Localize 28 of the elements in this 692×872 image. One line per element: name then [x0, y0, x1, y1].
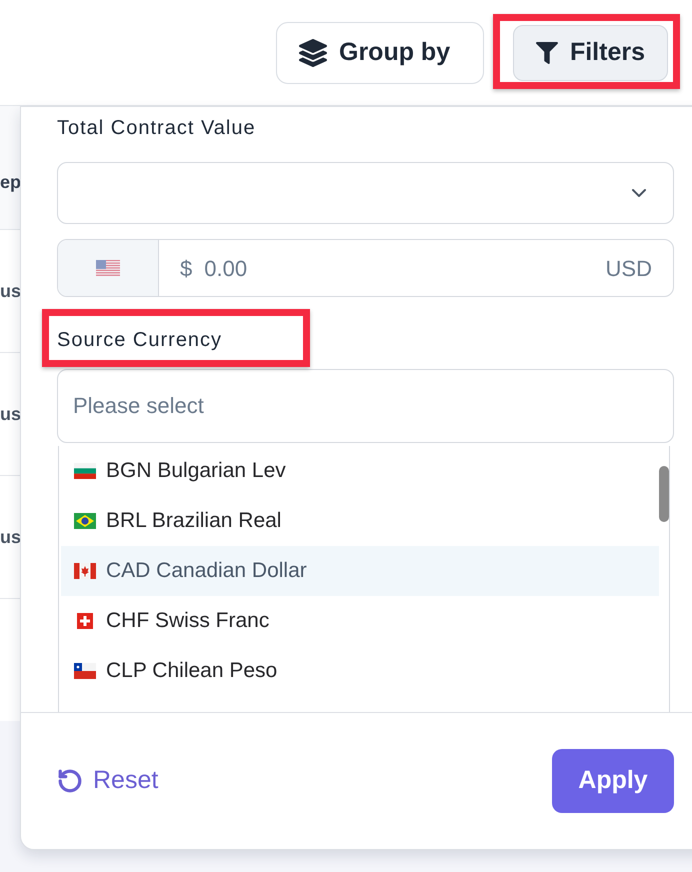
table-cell-text: us — [0, 526, 22, 548]
filters-button[interactable]: Filters — [513, 24, 668, 80]
currency-code: USD — [606, 254, 652, 282]
reset-button[interactable]: Reset — [57, 762, 158, 800]
amount-input[interactable]: 0.00 — [204, 240, 606, 296]
group-by-button[interactable]: Group by — [276, 22, 484, 84]
column-header: ep — [0, 171, 22, 194]
usa-flag-icon — [96, 260, 120, 276]
layers-icon — [299, 38, 327, 66]
table-cell-text: us — [0, 402, 22, 426]
reset-icon — [57, 768, 83, 794]
table-cell-text: us — [0, 280, 22, 302]
filter-icon — [536, 40, 558, 66]
value-select[interactable] — [57, 162, 674, 224]
currency-search-field[interactable]: Please select — [57, 369, 674, 443]
bulgaria-flag-icon — [74, 463, 96, 479]
canada-flag-icon — [74, 563, 96, 579]
switzerland-flag-icon — [77, 613, 93, 629]
brazil-flag-icon — [74, 513, 96, 529]
field-label: Source Currency — [57, 328, 222, 352]
field-label: Total Contract Value — [57, 116, 256, 140]
chile-flag-icon — [74, 663, 96, 679]
apply-button[interactable]: Apply — [552, 749, 674, 813]
flag-dropdown-button[interactable] — [58, 240, 159, 296]
scrollbar-thumb[interactable] — [659, 466, 669, 522]
currency-symbol: $ — [180, 254, 192, 282]
amount-field[interactable]: $ 0.00 USD — [57, 239, 674, 297]
currency-option[interactable]: CAD Canadian Dollar — [61, 546, 659, 596]
